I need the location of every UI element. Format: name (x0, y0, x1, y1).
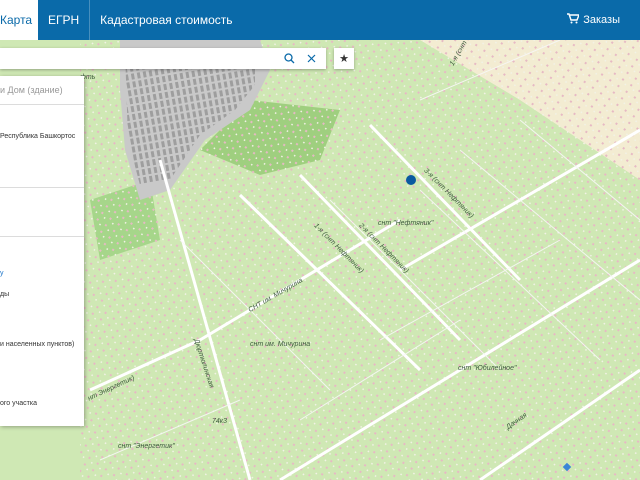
orders-button[interactable]: Заказы (567, 0, 620, 40)
panel-link[interactable]: у (0, 270, 4, 277)
search-box (0, 48, 326, 69)
panel-divider (0, 104, 84, 105)
search-input[interactable] (2, 48, 276, 69)
label-snt-michurina: снт им. Мичурина (250, 341, 311, 348)
panel-line-3: ого участка (0, 400, 37, 407)
panel-line-1: ды (0, 291, 10, 298)
label-snt-neftyanik: снт "Нефтяник" (378, 220, 434, 227)
label-snt-energetik: снт "Энергетик" (118, 443, 175, 450)
tab-cadastral-value-label: Кадастровая стоимость (100, 13, 233, 27)
tab-map[interactable]: Карта (0, 0, 38, 40)
top-navigation-bar: Карта ЕГРН Кадастровая стоимость Заказы (0, 0, 640, 40)
tab-egrn[interactable]: ЕГРН (38, 0, 91, 40)
label-snt-yubileynoe: снт "Юбилейное" (458, 365, 517, 372)
label-house-number: 74к3 (212, 418, 227, 425)
location-marker[interactable] (406, 175, 416, 185)
favorite-star-icon[interactable]: ★ (334, 48, 354, 69)
map-canvas[interactable] (0, 40, 640, 480)
search-icon[interactable] (279, 48, 300, 69)
close-icon[interactable] (301, 48, 322, 69)
tab-egrn-label: ЕГРН (48, 13, 80, 27)
tab-cadastral-value[interactable]: Кадастровая стоимость (90, 0, 242, 40)
panel-divider (0, 236, 84, 237)
panel-address: Республика Башкортос (0, 133, 76, 140)
panel-title: и Дом (здание) (0, 85, 63, 95)
panel-line-2: и населенных пунктов) (0, 341, 75, 348)
object-info-panel: и Дом (здание) Республика Башкортос у ды… (0, 76, 84, 426)
map-view[interactable]: снт "Нефтяник" 1-я (снт Нефтяник) 2-я (с… (0, 40, 640, 480)
cart-icon (567, 13, 581, 27)
panel-divider (0, 187, 84, 188)
tab-map-label: Карта (0, 13, 33, 27)
orders-label: Заказы (583, 14, 620, 26)
